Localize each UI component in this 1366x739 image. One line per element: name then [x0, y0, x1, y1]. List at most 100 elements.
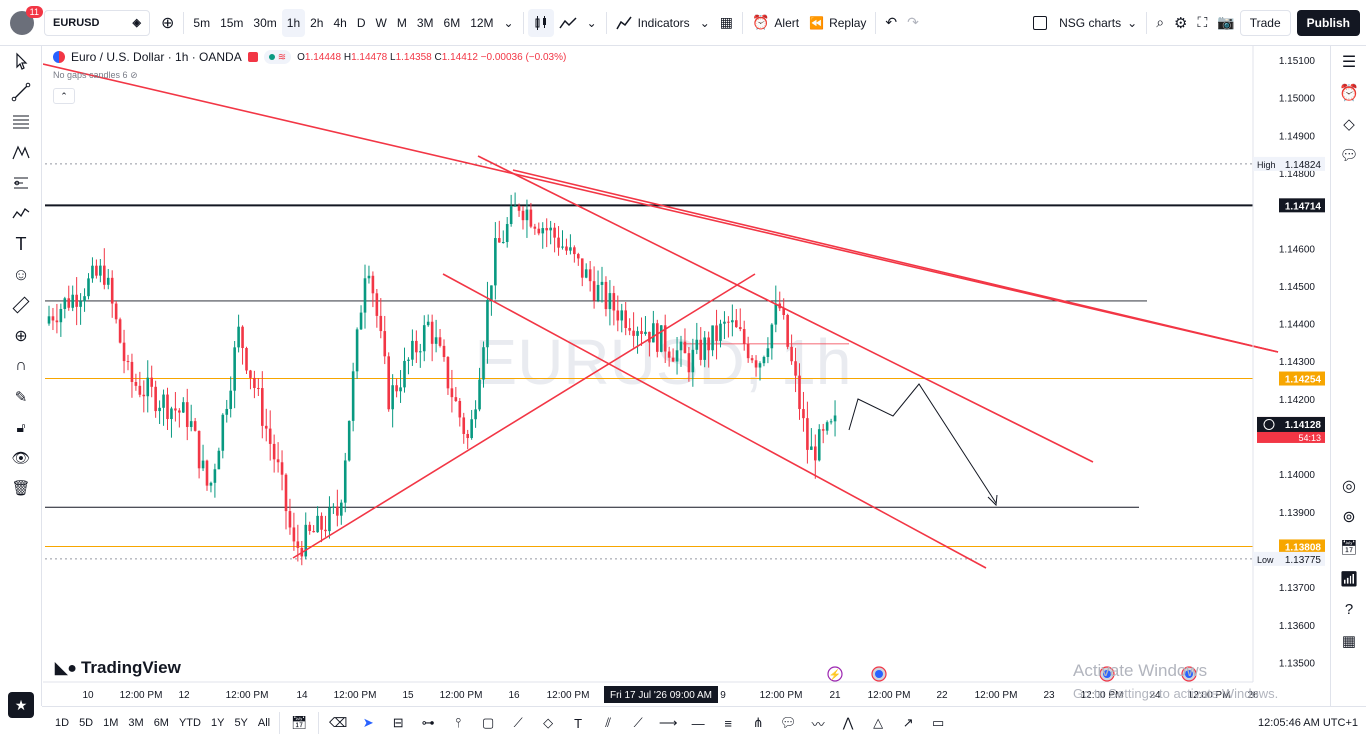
eye-off-icon[interactable]: ⊘ — [130, 70, 138, 80]
trendline-upper-channel[interactable] — [477, 155, 1094, 463]
horizontal-ray-icon[interactable]: ⊶ — [413, 715, 443, 731]
trendline-lower-channel[interactable] — [442, 273, 987, 569]
vertical-line-icon[interactable]: ⫯ — [443, 715, 473, 731]
fullscreen-icon[interactable]: ⛶ — [1193, 9, 1213, 37]
text-icon[interactable]: T — [563, 716, 593, 731]
redo-icon[interactable]: ↷ — [902, 9, 924, 37]
zoom-in-icon[interactable]: ⊕ — [0, 321, 42, 352]
emoji-icon[interactable]: ☺ — [0, 260, 42, 291]
layers-icon[interactable]: ◇ — [1331, 108, 1366, 139]
line-chart-type-icon[interactable] — [554, 9, 582, 37]
range-1d[interactable]: 1D — [50, 717, 74, 729]
eraser-icon[interactable]: ⌫ — [323, 715, 353, 731]
chart-pane[interactable]: EURUSD, 1h 1.15100 1.15000 1.14900 1.14800 1.… — [43, 46, 1330, 706]
watchlist-icon[interactable]: ☰ — [1331, 46, 1366, 77]
range-1m[interactable]: 1M — [98, 717, 123, 729]
channel-icon[interactable]: ⫽ — [593, 715, 623, 731]
compare-icon[interactable]: ◈ — [133, 16, 141, 29]
quick-search-icon[interactable]: ⌕ — [1151, 9, 1169, 37]
eye-icon[interactable]: 👁︎ — [0, 443, 42, 474]
alert-button[interactable]: ⏰ Alert — [747, 9, 804, 37]
collapse-legend-button[interactable]: ⌃ — [53, 88, 75, 104]
cursor-icon[interactable]: ➤ — [353, 715, 383, 731]
indicators-button[interactable]: Indicators — [611, 9, 695, 37]
fib-icon[interactable]: ≡ — [713, 716, 743, 731]
status-toggle[interactable]: ≋ — [263, 50, 292, 64]
interval-1h[interactable]: 1h — [281, 8, 306, 37]
trendline-long-descending[interactable] — [43, 63, 1279, 353]
alerts-clock-icon[interactable]: ⏰ — [1331, 77, 1366, 108]
user-avatar[interactable]: 11 — [10, 5, 43, 35]
projection-path[interactable] — [848, 383, 997, 504]
callout-icon[interactable]: 💬︎ — [773, 715, 803, 731]
pitchfork-icon[interactable]: ⋔ — [743, 715, 773, 731]
rectangle-icon[interactable]: ▢ — [473, 715, 503, 731]
interval-3m[interactable]: 3M — [412, 9, 439, 37]
ray-icon[interactable]: ⟶ — [653, 715, 683, 731]
target-icon[interactable]: ⊚ — [1331, 501, 1366, 532]
cursor-icon[interactable] — [0, 46, 42, 77]
trendline-descending-2[interactable] — [512, 169, 1279, 353]
replay-button[interactable]: ⏪ Replay — [804, 9, 871, 37]
candles-chart-type-icon[interactable] — [527, 8, 554, 37]
grid-icon[interactable]: ▦ — [1331, 625, 1366, 656]
add-symbol-icon[interactable]: ⊕ — [156, 9, 179, 37]
layout-selector[interactable]: NSG charts ⌄ — [1028, 9, 1142, 37]
magnet-icon[interactable]: ∩ — [0, 351, 42, 382]
trend-line-icon[interactable]: ⟋ — [503, 715, 533, 731]
trend-line-icon[interactable] — [0, 77, 42, 108]
range-all[interactable]: All — [253, 717, 275, 729]
brush-icon[interactable] — [0, 199, 42, 230]
trade-button[interactable]: Trade — [1239, 9, 1291, 36]
chevron-down-icon[interactable]: ⌄ — [695, 9, 715, 37]
ellipse-icon[interactable]: ◇ — [533, 715, 563, 731]
polyline-icon[interactable]: 〰 — [803, 714, 833, 733]
interval-d[interactable]: D — [352, 9, 371, 37]
settings-gear-icon[interactable]: ⚙ — [1169, 9, 1192, 37]
pattern-icon[interactable] — [0, 138, 42, 169]
long-position-icon[interactable]: ⊟ — [383, 715, 413, 731]
range-3m[interactable]: 3M — [123, 717, 148, 729]
range-5y[interactable]: 5Y — [229, 717, 252, 729]
calendar-icon[interactable]: 📅︎ — [1331, 532, 1366, 563]
arrow-icon[interactable]: ↗ — [893, 715, 923, 731]
interval-m[interactable]: M — [392, 9, 412, 37]
interval-12m[interactable]: 12M — [465, 9, 498, 37]
camera-icon[interactable]: 📷 — [1212, 9, 1239, 37]
interval-15m[interactable]: 15m — [215, 9, 248, 37]
path-icon[interactable]: ⟋ — [623, 715, 653, 731]
favorites-star-icon[interactable]: ★ — [8, 692, 34, 718]
horizontal-line-icon[interactable]: — — [683, 716, 713, 731]
prediction-tools-icon[interactable] — [0, 168, 42, 199]
undo-icon[interactable]: ↶ — [880, 9, 902, 37]
interval-2h[interactable]: 2h — [305, 9, 328, 37]
broadcast-icon[interactable]: 📶︎ — [1331, 563, 1366, 594]
range-5d[interactable]: 5D — [74, 717, 98, 729]
range-6m[interactable]: 6M — [149, 717, 174, 729]
clock[interactable]: 12:05:46 AM UTC+1 — [1258, 717, 1358, 729]
interval-6m[interactable]: 6M — [439, 9, 466, 37]
interval-5m[interactable]: 5m — [188, 9, 215, 37]
fib-retracement-icon[interactable] — [0, 107, 42, 138]
ruler-icon[interactable] — [0, 290, 42, 321]
date-range-icon[interactable]: 📅︎ — [284, 715, 314, 731]
range-ytd[interactable]: YTD — [174, 717, 206, 729]
publish-button[interactable]: Publish — [1296, 9, 1360, 36]
pencil-lock-icon[interactable]: ✎ — [0, 382, 42, 413]
range-1y[interactable]: 1Y — [206, 717, 229, 729]
lock-icon[interactable]: 🔓︎ — [0, 412, 42, 443]
chevron-down-icon[interactable]: ⌄ — [499, 9, 519, 37]
chevron-down-icon[interactable]: ⌄ — [582, 9, 602, 37]
interval-4h[interactable]: 4h — [328, 9, 351, 37]
tradingview-logo[interactable]: ◣● TradingView — [55, 658, 181, 678]
layouts-grid-icon[interactable]: ▦ — [715, 9, 738, 37]
price-chart[interactable]: EURUSD, 1h1.151001.150001.149001.148001.… — [43, 46, 1330, 706]
help-icon[interactable]: ? — [1331, 594, 1366, 625]
trash-icon[interactable]: 🗑︎ — [0, 473, 42, 504]
symbol-search[interactable]: EURUSD ◈ — [44, 9, 150, 36]
compass-icon[interactable]: ◎ — [1331, 470, 1366, 501]
triangle-icon[interactable]: △ — [863, 715, 893, 731]
interval-w[interactable]: W — [371, 9, 392, 37]
interval-30m[interactable]: 30m — [248, 9, 281, 37]
note-icon[interactable]: ▭ — [923, 715, 953, 731]
